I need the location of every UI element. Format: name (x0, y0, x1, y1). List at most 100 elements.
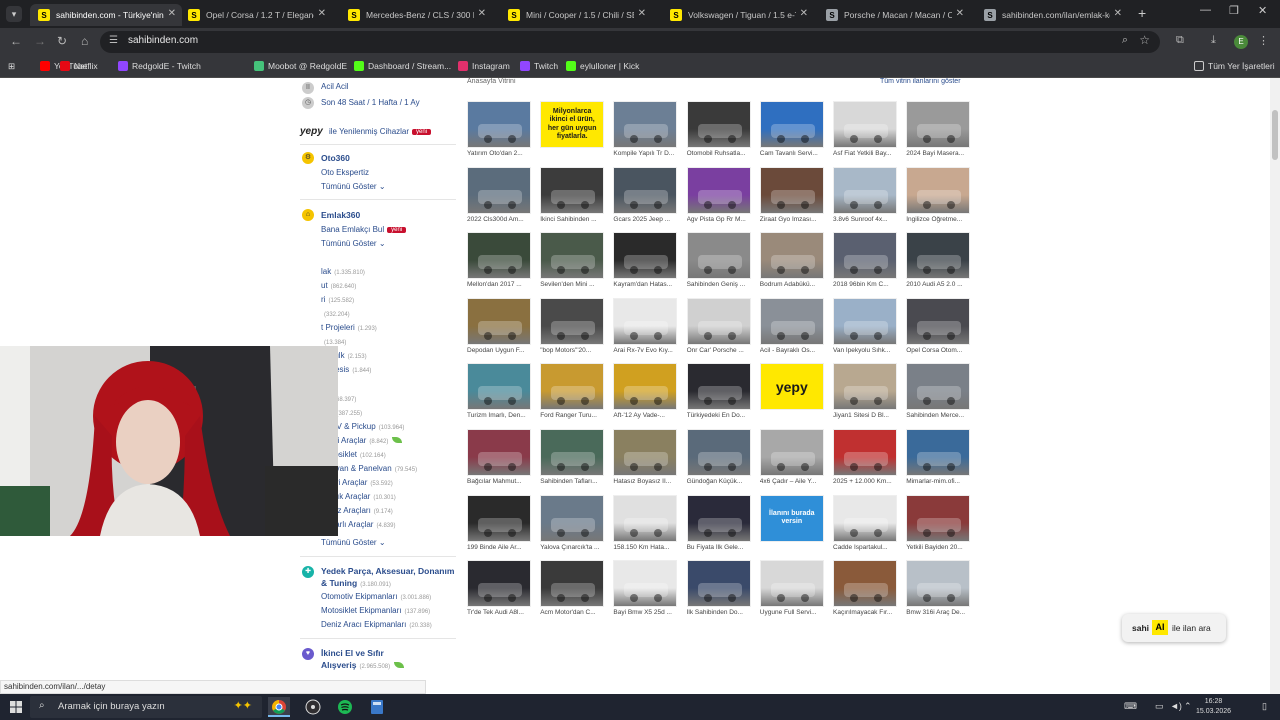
emlak-category-link[interactable]: (13.384) (321, 337, 346, 346)
vitrin-listing[interactable]: 2010 Audi A5 2.0 ... (906, 232, 971, 292)
listing-thumbnail[interactable] (540, 494, 605, 542)
vitrin-listing[interactable]: 4x6 Çadır – Aile Y... (759, 429, 826, 489)
listing-caption[interactable]: Bayi Bmw X5 25d ... (613, 609, 679, 616)
browser-tab[interactable]: S Opel / Corsa / 1.2 T / Elegance ✕ (180, 4, 332, 26)
listing-caption[interactable]: Van İpekyolu Sıhk... (833, 347, 899, 354)
listing-caption[interactable]: İlk Sahibinden Do... (687, 609, 753, 616)
listing-thumbnail[interactable] (467, 494, 531, 542)
oto-ekspertiz-link[interactable]: Oto Ekspertiz (321, 168, 369, 177)
ad-banner[interactable]: yepy (759, 363, 824, 411)
listing-thumbnail[interactable] (467, 232, 531, 280)
yedek-category-link[interactable]: Deniz Aracı Ekipmanları (20.338) (321, 620, 432, 629)
vitrin-listing[interactable]: Acil - Bayraklı Os... (759, 297, 824, 358)
listing-thumbnail[interactable] (759, 101, 824, 148)
listing-caption[interactable]: Mellon'dan 2017 ... (467, 281, 533, 288)
tumunu-goster-oto[interactable]: Tümünü Göster ⌄ (321, 182, 386, 191)
listing-caption[interactable]: Hatasız Boyasız II... (613, 478, 679, 485)
listing-thumbnail[interactable] (833, 560, 897, 608)
vitrin-listing[interactable]: Bodrum Adabükü... (759, 232, 826, 292)
emlak-category-link[interactable]: ut (862.640) (321, 281, 356, 290)
listing-caption[interactable]: Aft-'12 Ay Vade-... (613, 412, 679, 419)
listing-thumbnail[interactable] (467, 560, 531, 608)
omnibox[interactable]: ☰ sahibinden.com ⌕ ☆ (100, 31, 1160, 53)
bookmark-item[interactable]: RedgoldE - Twitch (118, 61, 201, 71)
listing-thumbnail[interactable] (467, 429, 531, 476)
emlak-category-link[interactable]: lak (1.335.810) (321, 267, 365, 276)
ad-banner[interactable]: Milyonlarca ikinci el ürün, her gün uygu… (540, 101, 605, 148)
bookmark-item[interactable]: Instagram (458, 61, 510, 71)
listing-thumbnail[interactable] (540, 232, 605, 280)
tab-search-icon[interactable]: ▾ (6, 6, 22, 22)
yedek-parca-heading[interactable]: Yedek Parça, Aksesuar, Donanım & Tuning(… (321, 565, 461, 591)
listing-thumbnail[interactable] (906, 560, 971, 608)
apps-grid-icon[interactable]: ⊞ (8, 61, 15, 72)
vitrin-listing[interactable]: Arai Rx-7v Evo Kıy... (613, 297, 678, 358)
vitrin-listing[interactable]: Turizm İmarlı, Den... (467, 363, 531, 423)
listing-caption[interactable]: Kayram'dan Hatas... (613, 281, 679, 288)
listing-caption[interactable]: Sahibinden Merce... (906, 412, 972, 419)
listing-caption[interactable]: Kompile Yapılı Tr D... (613, 150, 679, 157)
browser-tab[interactable]: S Mercedes-Benz / CLS / 300 D / ✕ (340, 4, 492, 26)
ikinci-el-heading[interactable]: İkinci El ve Sıfır Alışveriş (2.965.508) (321, 647, 421, 673)
vitrin-listing[interactable]: "bop Motors"'20... (540, 297, 606, 358)
browser-tab[interactable]: Ssahibinden.com - Türkiye'nin Ö ✕ (30, 4, 182, 26)
listing-caption[interactable]: Yetkili Bayiden 20... (906, 544, 972, 551)
listing-caption[interactable]: 4x6 Çadır – Aile Y... (760, 478, 826, 485)
listing-caption[interactable]: Yalova Çınarcık'ta ... (540, 544, 606, 551)
listing-caption[interactable]: Tr'de Tek Audi A8l... (467, 609, 533, 616)
listing-caption[interactable]: "bop Motors"'20... (540, 347, 606, 354)
vitrin-listing[interactable]: Cam Tavanlı Servi... (759, 101, 826, 161)
listing-caption[interactable]: 2022 Cls300d Am... (467, 216, 533, 223)
vitrin-listing[interactable]: İlanını burada versin (759, 494, 824, 555)
listing-thumbnail[interactable] (613, 166, 678, 214)
listing-caption[interactable]: Gcars 2025 Jeep ... (613, 216, 679, 223)
language-icon[interactable]: ⌃ (1184, 701, 1192, 712)
listing-thumbnail[interactable] (686, 166, 751, 214)
listing-thumbnail[interactable] (906, 101, 971, 148)
vitrin-all-link[interactable]: Tüm vitrin ilanlarını göster (880, 78, 961, 85)
tumunu-goster-vasita[interactable]: Tümünü Göster ⌄ (321, 538, 386, 547)
listing-caption[interactable]: İkinci Sahibinden ... (540, 216, 606, 223)
chrome-taskbar-icon[interactable] (268, 697, 290, 717)
vitrin-listing[interactable]: Yetkili Bayiden 20... (906, 494, 972, 555)
vitrin-listing[interactable]: 158.150 Km Hata... (613, 494, 678, 555)
emlak-category-link[interactable]: (332.204) (321, 309, 350, 318)
page-scrollbar[interactable] (1270, 78, 1280, 694)
vitrin-listing[interactable]: Gündoğan Küçük... (686, 429, 751, 489)
listing-thumbnail[interactable] (906, 166, 971, 214)
listing-thumbnail[interactable] (613, 232, 678, 280)
network-icon[interactable]: ▭ (1155, 701, 1164, 712)
tab-close-icon[interactable]: ✕ (638, 8, 646, 19)
keyboard-icon[interactable]: ⌨ (1124, 701, 1137, 712)
ad-banner[interactable]: İlanını burada versin (759, 494, 824, 542)
vitrin-listing[interactable]: Kaçırılmayacak Fır... (833, 560, 897, 620)
vitrin-listing[interactable]: Cadde Ispartakul... (833, 494, 897, 555)
listing-thumbnail[interactable] (540, 166, 605, 214)
vitrin-listing[interactable]: 199 Binde Aile Ar... (467, 494, 531, 555)
vitrin-listing[interactable]: Mellon'dan 2017 ... (467, 232, 531, 292)
vitrin-listing[interactable]: Kayram'dan Hatas... (613, 232, 679, 292)
listing-thumbnail[interactable] (759, 560, 824, 608)
site-info-icon[interactable]: ☰ (109, 35, 118, 46)
listing-caption[interactable]: Bağcılar Mahmut... (467, 478, 533, 485)
listing-thumbnail[interactable] (686, 560, 751, 608)
reload-icon[interactable]: ↻ (57, 34, 67, 48)
notifications-icon[interactable]: ▯ (1262, 701, 1267, 712)
calculator-taskbar-icon[interactable] (366, 697, 388, 717)
vitrin-listing[interactable]: İlk Sahibinden Do... (686, 560, 753, 620)
obs-taskbar-icon[interactable] (302, 697, 324, 717)
scroll-thumb[interactable] (1272, 110, 1278, 160)
listing-caption[interactable]: Ziraat Gyo İmzası... (760, 216, 826, 223)
new-tab-icon[interactable]: + (1138, 5, 1146, 21)
bookmark-star-icon[interactable]: ☆ (1139, 33, 1150, 47)
listing-thumbnail[interactable] (833, 494, 897, 542)
listing-caption[interactable]: Onr Car' Porsche ... (687, 347, 753, 354)
bana-emlakci-link[interactable]: Bana Emlakçı Bul yeni (321, 225, 407, 234)
profile-avatar[interactable]: E (1234, 35, 1248, 49)
listing-caption[interactable]: Cam Tavanlı Servi... (760, 150, 826, 157)
minimize-icon[interactable]: — (1200, 4, 1211, 16)
vitrin-listing[interactable]: Acm Motor'dan C... (540, 560, 605, 620)
vitrin-listing[interactable]: Gcars 2025 Jeep ... (613, 166, 679, 227)
listing-caption[interactable]: Bodrum Adabükü... (760, 281, 826, 288)
tab-close-icon[interactable]: ✕ (168, 8, 176, 19)
